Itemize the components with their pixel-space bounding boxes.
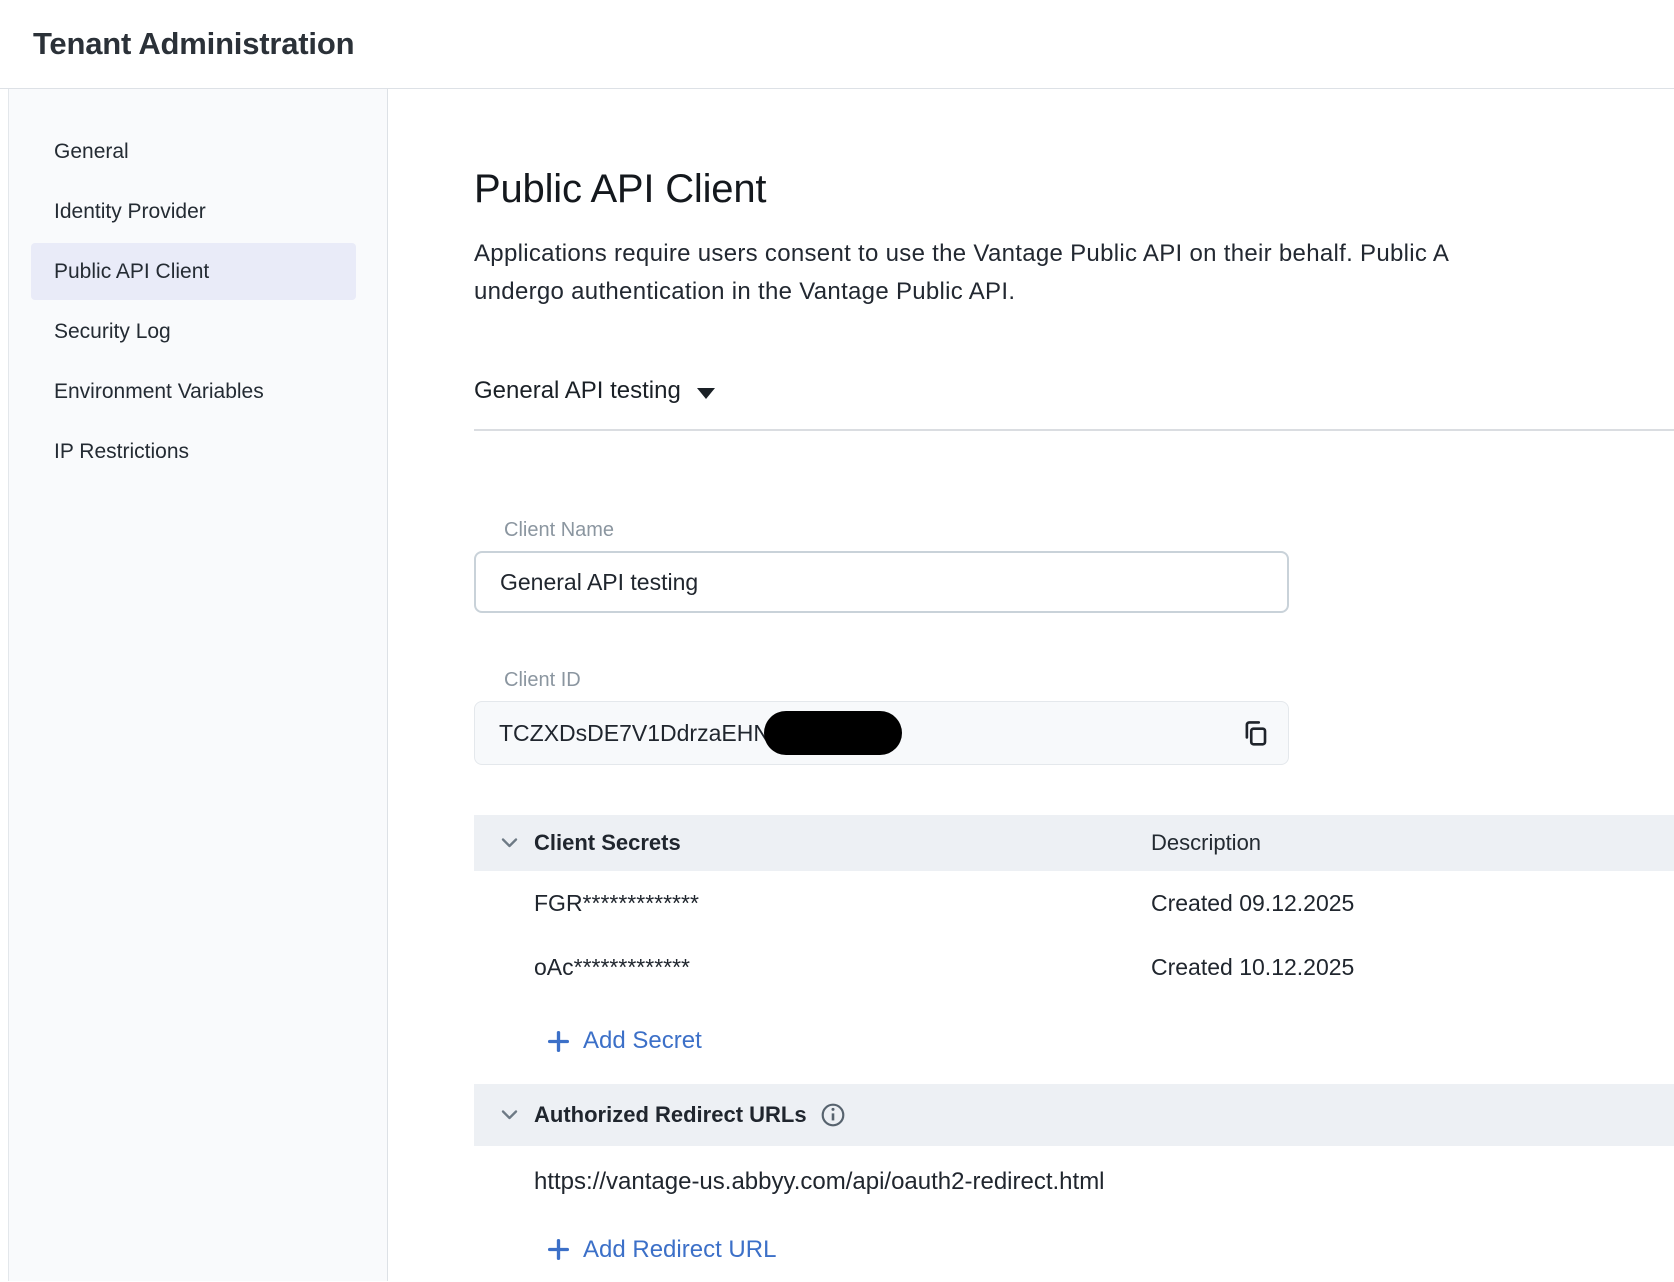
main-content: Public API Client Applications require u…	[388, 89, 1674, 1281]
client-selector-value: General API testing	[474, 377, 681, 405]
secret-description: Created 09.12.2025	[1151, 890, 1674, 917]
add-secret-button[interactable]: Add Secret	[546, 1025, 702, 1057]
client-selector-dropdown[interactable]: General API testing	[474, 375, 715, 407]
redirect-url-value: https://vantage-us.abbyy.com/api/oauth2-…	[534, 1168, 1105, 1196]
client-secrets-header: Client Secrets Description	[474, 815, 1674, 871]
redirect-urls-section: Authorized Redirect URLs https://vantage…	[474, 1084, 1674, 1268]
redirect-url-row: https://vantage-us.abbyy.com/api/oauth2-…	[474, 1146, 1674, 1218]
layout: General Identity Provider Public API Cli…	[0, 89, 1674, 1281]
page-description: Applications require users consent to us…	[474, 235, 1674, 311]
copy-icon[interactable]	[1238, 716, 1272, 750]
secret-value: FGR*************	[534, 890, 1151, 917]
add-secret-label: Add Secret	[583, 1027, 702, 1055]
redaction-blob	[764, 711, 902, 755]
sidebar: General Identity Provider Public API Cli…	[8, 89, 388, 1281]
chevron-down-icon[interactable]	[501, 1109, 518, 1120]
secret-value: oAc*************	[534, 954, 1151, 981]
sidebar-item-general[interactable]: General	[31, 123, 356, 180]
client-secrets-section: Client Secrets Description FGR**********…	[474, 815, 1674, 1059]
secret-description: Created 10.12.2025	[1151, 954, 1674, 981]
app-title: Tenant Administration	[33, 26, 354, 62]
sidebar-item-ip-restrictions[interactable]: IP Restrictions	[31, 423, 356, 480]
description-column-header: Description	[1151, 830, 1674, 856]
client-id-label: Client ID	[504, 667, 1674, 693]
client-id-field: TCZXDsDE7V1DdrzaEHN	[474, 701, 1289, 765]
description-line-1: Applications require users consent to us…	[474, 235, 1674, 273]
sidebar-item-environment-variables[interactable]: Environment Variables	[31, 363, 356, 420]
client-secrets-title: Client Secrets	[534, 830, 1151, 856]
add-redirect-url-button[interactable]: Add Redirect URL	[546, 1234, 776, 1266]
secret-row: FGR************* Created 09.12.2025	[474, 871, 1674, 935]
secret-row: oAc************* Created 10.12.2025	[474, 935, 1674, 999]
chevron-down-icon[interactable]	[501, 838, 518, 849]
client-name-label: Client Name	[504, 517, 1674, 543]
client-id-value: TCZXDsDE7V1DdrzaEHN	[499, 720, 770, 747]
plus-icon	[546, 1237, 571, 1262]
caret-down-icon	[697, 388, 715, 399]
page-title: Public API Client	[474, 165, 1674, 213]
sidebar-item-public-api-client[interactable]: Public API Client	[31, 243, 356, 300]
sidebar-item-identity-provider[interactable]: Identity Provider	[31, 183, 356, 240]
plus-icon	[546, 1029, 571, 1054]
add-redirect-url-label: Add Redirect URL	[583, 1236, 776, 1264]
client-name-input[interactable]	[474, 551, 1289, 613]
info-icon[interactable]	[820, 1102, 846, 1128]
sidebar-item-security-log[interactable]: Security Log	[31, 303, 356, 360]
redirect-urls-title: Authorized Redirect URLs	[534, 1102, 807, 1128]
description-line-2: undergo authentication in the Vantage Pu…	[474, 273, 1674, 311]
divider	[474, 429, 1674, 431]
redirect-urls-header: Authorized Redirect URLs	[474, 1084, 1674, 1146]
app-header: Tenant Administration	[0, 0, 1674, 89]
